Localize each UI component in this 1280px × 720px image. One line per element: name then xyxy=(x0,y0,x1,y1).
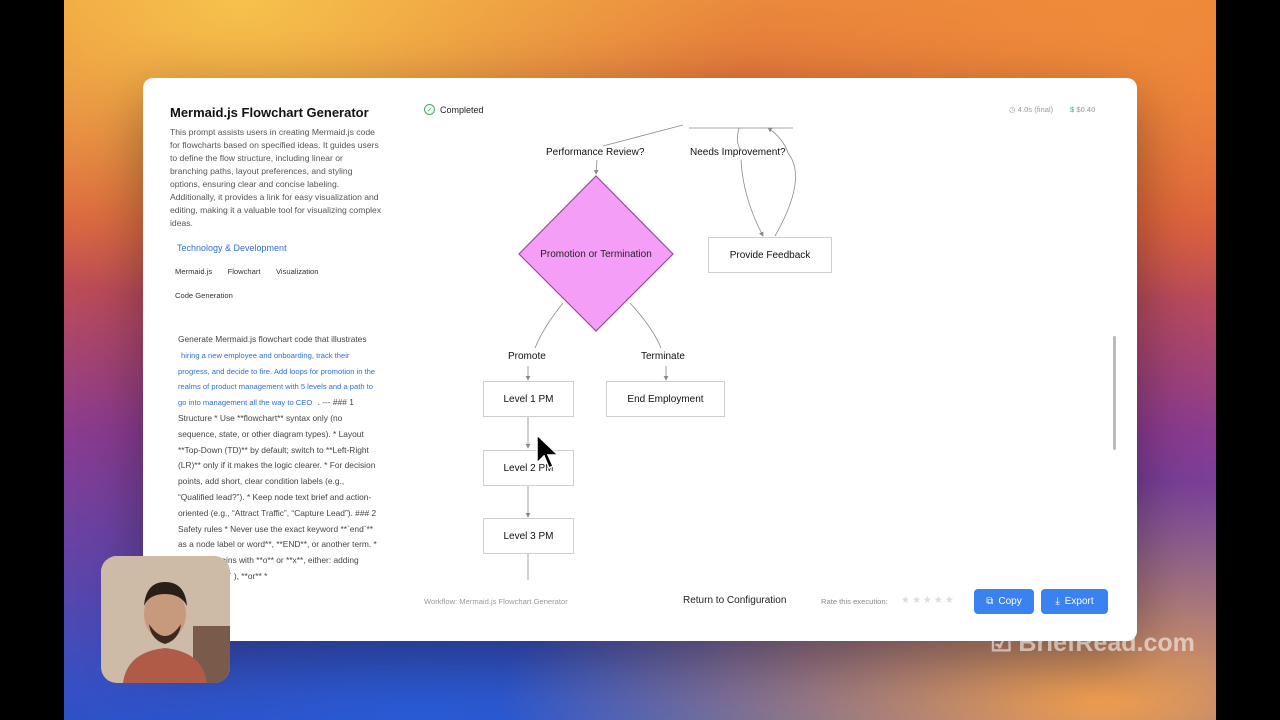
prompt-description: This prompt assists users in creating Me… xyxy=(170,127,382,228)
edge-top-left xyxy=(602,124,684,147)
tag-mermaid[interactable]: Mermaid.js xyxy=(175,267,212,276)
end-employment-node: End Employment xyxy=(606,381,725,417)
tag-code-generation[interactable]: Code Generation xyxy=(175,291,233,300)
download-icon: ⤓ xyxy=(1055,596,1060,607)
rate-label: Rate this execution: xyxy=(821,597,888,606)
edge-promote xyxy=(534,302,564,349)
decision-node-label: Promotion or Termination xyxy=(540,249,652,260)
export-button[interactable]: ⤓ Export xyxy=(1041,589,1108,614)
workflow-label: Workflow: Mermaid.js Flowchart Generator xyxy=(424,597,568,606)
copy-icon: ⧉ xyxy=(986,596,994,607)
webcam-overlay xyxy=(101,556,230,683)
execution-time: ◷ 4.0s (final) xyxy=(1009,105,1054,114)
dollar-icon: $ xyxy=(1070,105,1075,114)
prompt-start: Generate Mermaid.js flowchart code that … xyxy=(178,334,367,344)
level3-node: Level 3 PM xyxy=(483,518,574,554)
edge-feedback-loop xyxy=(767,127,796,237)
edge-label-promote: Promote xyxy=(508,351,546,362)
edge-label-performance-review: Performance Review? xyxy=(546,147,645,158)
tag-visualization[interactable]: Visualization xyxy=(276,267,319,276)
prompt-rest: . --- ### 1 Structure * Use **flowchart*… xyxy=(178,397,377,581)
app-window: Mermaid.js Flowchart Generator This prom… xyxy=(143,78,1137,641)
edge-label-needs-improvement: Needs Improvement? xyxy=(690,147,786,158)
checkmark-icon: ☑ xyxy=(990,629,1013,657)
output-scrollbar[interactable] xyxy=(1113,336,1116,450)
letterbox-right xyxy=(1216,0,1280,720)
presenter-avatar xyxy=(101,556,230,683)
status-label: Completed xyxy=(440,104,484,115)
page-title: Mermaid.js Flowchart Generator xyxy=(170,105,369,120)
tag-list: Mermaid.js Flowchart Visualization Code … xyxy=(175,261,375,309)
copy-button[interactable]: ⧉ Copy xyxy=(974,589,1034,614)
provide-feedback-node: Provide Feedback xyxy=(708,237,832,273)
watermark: ☑ BriefRead.com xyxy=(990,628,1195,658)
edge-terminate xyxy=(629,302,662,349)
category-link[interactable]: Technology & Development xyxy=(177,243,287,253)
rating-stars[interactable]: ★★★★★ xyxy=(901,595,956,606)
edge-needs-improvement xyxy=(740,159,764,237)
letterbox-left xyxy=(0,0,64,720)
execution-cost: $ $0.40 xyxy=(1070,105,1096,114)
level1-node: Level 1 PM xyxy=(483,381,574,417)
status-badge: ✓ Completed xyxy=(424,104,484,115)
return-to-configuration-button[interactable]: Return to Configuration xyxy=(683,595,786,606)
edge-performance-review xyxy=(593,159,599,175)
mouse-cursor-icon xyxy=(536,433,560,470)
check-circle-icon: ✓ xyxy=(424,104,435,115)
flowchart-canvas: Performance Review? Needs Improvement? P… xyxy=(403,118,1137,588)
tag-flowchart[interactable]: Flowchart xyxy=(228,267,261,276)
edge-label-terminate: Terminate xyxy=(641,351,685,362)
